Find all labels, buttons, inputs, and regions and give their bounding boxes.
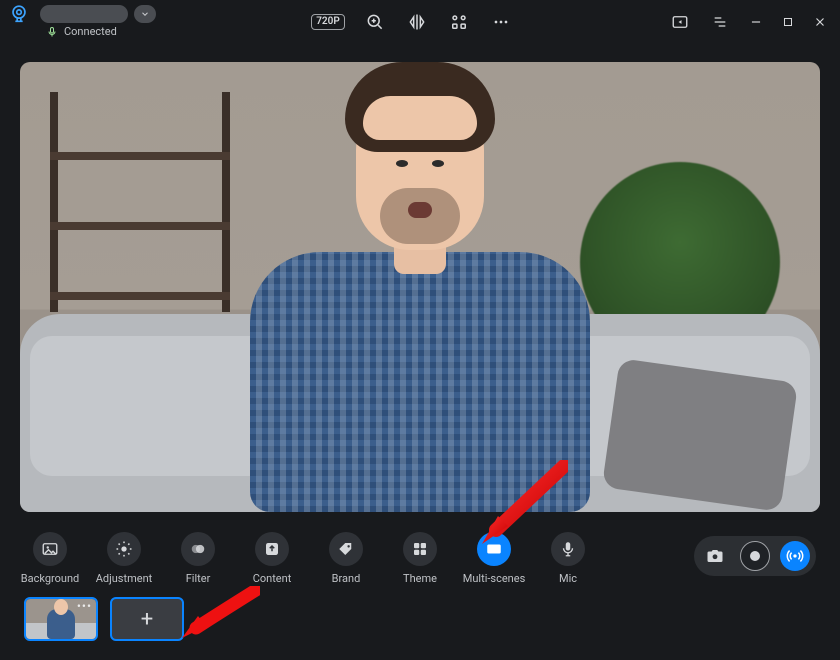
tool-filter[interactable]: Filter: [168, 532, 228, 585]
title-bar-center: 720P: [156, 4, 668, 40]
tool-label: Brand: [332, 572, 361, 585]
background-icon: [33, 532, 67, 566]
quality-badge[interactable]: 720P: [311, 14, 345, 30]
user-name-pill: [40, 5, 128, 23]
snapshot-button[interactable]: [700, 541, 730, 571]
adjustment-icon: [107, 532, 141, 566]
tool-mic[interactable]: Mic: [538, 532, 598, 585]
capture-cluster: [694, 536, 816, 576]
more-icon[interactable]: [489, 10, 513, 34]
brand-icon: [329, 532, 363, 566]
mirror-icon[interactable]: [405, 10, 429, 34]
webcam-icon[interactable]: [4, 0, 34, 29]
title-bar-right: [668, 4, 832, 40]
connection-status-label: Connected: [64, 26, 117, 38]
go-live-button[interactable]: [780, 541, 810, 571]
video-preview[interactable]: [20, 62, 820, 512]
scene-strip: ••• +: [0, 585, 840, 641]
scene-thumb-menu-icon[interactable]: •••: [77, 602, 92, 610]
connection-status: Connected: [4, 26, 156, 38]
filter-icon: [181, 532, 215, 566]
tool-label: Filter: [186, 572, 211, 585]
title-bar: Connected 720P: [0, 0, 840, 44]
user-dropdown[interactable]: [134, 5, 156, 23]
tool-theme[interactable]: Theme: [390, 532, 450, 585]
content-icon: [255, 532, 289, 566]
maximize-button[interactable]: [780, 14, 796, 30]
tool-label: Mic: [559, 572, 577, 585]
tool-adjustment[interactable]: Adjustment: [94, 532, 154, 585]
close-button[interactable]: [812, 14, 828, 30]
record-button[interactable]: [740, 541, 770, 571]
title-bar-left: Connected: [4, 4, 156, 38]
plus-icon: +: [141, 607, 153, 632]
layout-icon[interactable]: [447, 10, 471, 34]
zoom-in-icon[interactable]: [363, 10, 387, 34]
multi-scenes-icon: [477, 532, 511, 566]
chevron-down-icon: [140, 9, 150, 19]
tool-label: Adjustment: [96, 572, 153, 585]
app-window: Connected 720P: [0, 0, 840, 660]
add-scene-button[interactable]: +: [110, 597, 184, 641]
panel-list-icon[interactable]: [708, 10, 732, 34]
tool-buttons: Background Adjustment Filter Content Bra…: [20, 532, 598, 585]
mic-icon: [551, 532, 585, 566]
pip-icon[interactable]: [668, 10, 692, 34]
tool-multi-scenes[interactable]: Multi-scenes: [464, 532, 524, 585]
tool-label: Multi-scenes: [463, 572, 526, 585]
preview-area: [0, 44, 840, 512]
theme-icon: [403, 532, 437, 566]
minimize-button[interactable]: [748, 14, 764, 30]
tool-label: Background: [21, 572, 79, 585]
tool-background[interactable]: Background: [20, 532, 80, 585]
tool-content[interactable]: Content: [242, 532, 302, 585]
connected-icon: [46, 26, 58, 38]
tool-label: Theme: [403, 572, 437, 585]
bottom-toolbar: Background Adjustment Filter Content Bra…: [0, 512, 840, 585]
scene-thumbnail-1[interactable]: •••: [24, 597, 98, 641]
tool-label: Content: [253, 572, 292, 585]
tool-brand[interactable]: Brand: [316, 532, 376, 585]
